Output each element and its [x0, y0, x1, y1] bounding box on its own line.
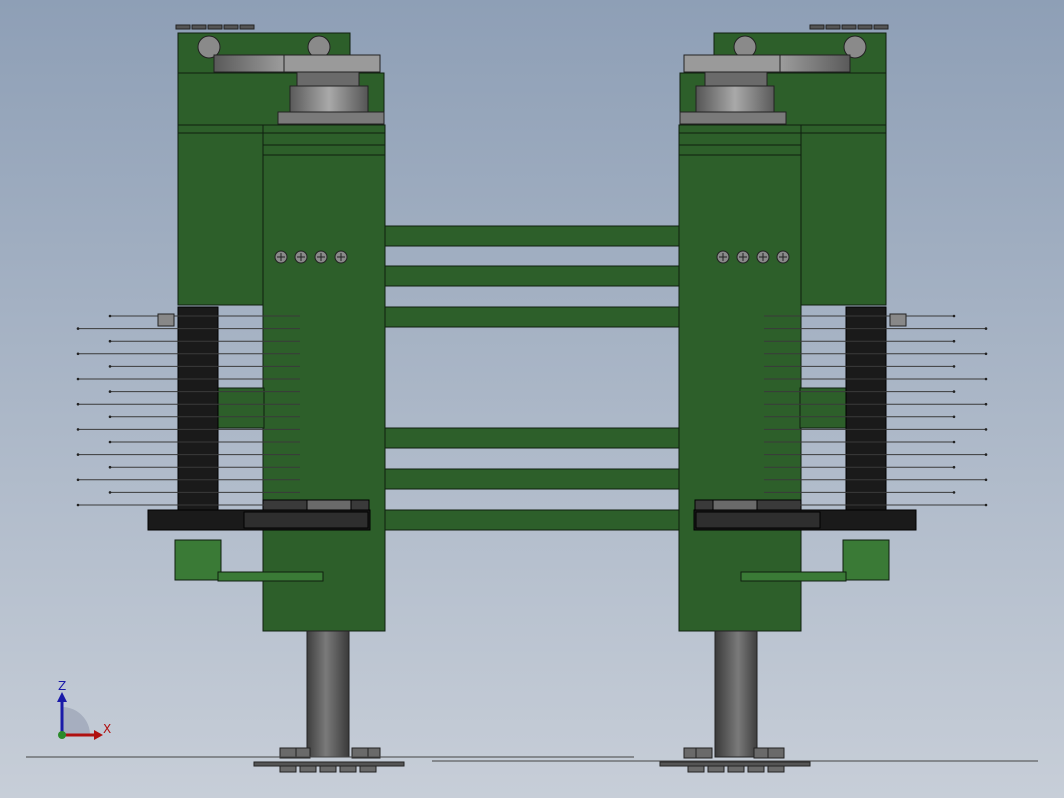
- probe-needle-tip: [952, 491, 956, 494]
- probe-needle-tip: [76, 402, 80, 406]
- probe-needle-tip: [108, 465, 112, 469]
- cad-viewport[interactable]: Z X: [0, 0, 1064, 798]
- left-motor-flange: [289, 85, 369, 113]
- probe-needle-tip: [108, 415, 112, 419]
- left-lower-motor: [174, 539, 222, 581]
- probe-needle-tip: [108, 365, 112, 368]
- probe-needle-tip: [984, 402, 988, 406]
- probe-needle-tip: [984, 327, 988, 330]
- left-pulley-hub: [296, 71, 360, 87]
- left-black-actuator: [177, 306, 219, 513]
- probe-needle-tip: [76, 428, 80, 431]
- right-rear-column: [797, 124, 887, 306]
- probe-needle-tip: [108, 491, 112, 494]
- left-top-screws: [175, 24, 255, 30]
- crossbar-5: [384, 468, 680, 490]
- left-rear-column: [177, 124, 267, 306]
- probe-needle-tip: [108, 440, 112, 444]
- right-main-column: [678, 124, 802, 632]
- needle-fitting: [889, 313, 907, 327]
- crossbar-1: [384, 225, 680, 247]
- left-main-column: [262, 124, 386, 632]
- probe-needle-tip: [984, 478, 988, 482]
- probe-needle-tip: [952, 365, 956, 368]
- probe-needle-tip: [76, 453, 80, 456]
- viewport-background: [0, 0, 1064, 798]
- right-lower-shaft: [714, 630, 758, 758]
- probe-needle-tip: [76, 503, 80, 507]
- probe-needle-tip: [984, 503, 988, 507]
- crossbar-6: [384, 509, 680, 531]
- right-top-screws: [809, 24, 889, 30]
- probe-needle-tip: [984, 352, 988, 356]
- crossbar-3: [384, 306, 680, 328]
- needle-fitting: [157, 313, 175, 327]
- x-axis-label: X: [103, 722, 111, 736]
- probe-needle-tip: [952, 314, 956, 318]
- probe-needle-tip: [108, 339, 112, 343]
- probe-needle-tip: [984, 453, 988, 456]
- left-lower-shaft: [306, 630, 350, 758]
- right-pulley-hub: [704, 71, 768, 87]
- probe-needle-tip: [952, 440, 956, 444]
- probe-needle-tip: [952, 465, 956, 469]
- crossbar-4: [384, 427, 680, 449]
- probe-needle-tip: [108, 314, 112, 318]
- probe-needle-tip: [984, 428, 988, 431]
- probe-needle-tip: [952, 339, 956, 343]
- probe-needle-tip: [76, 327, 80, 330]
- right-black-actuator: [845, 306, 887, 513]
- probe-needle-tip: [108, 390, 112, 393]
- probe-needle-tip: [76, 352, 80, 356]
- probe-needle-tip: [952, 390, 956, 393]
- right-lower-motor: [842, 539, 890, 581]
- right-motor-flange: [695, 85, 775, 113]
- crossbar-2: [384, 265, 680, 287]
- probe-needle-tip: [984, 377, 988, 381]
- probe-needle-tip: [76, 377, 80, 381]
- probe-needle-tip: [76, 478, 80, 482]
- z-axis-label: Z: [58, 679, 66, 693]
- probe-needle-tip: [952, 415, 956, 419]
- assembly-drawing: Z X: [0, 0, 1064, 798]
